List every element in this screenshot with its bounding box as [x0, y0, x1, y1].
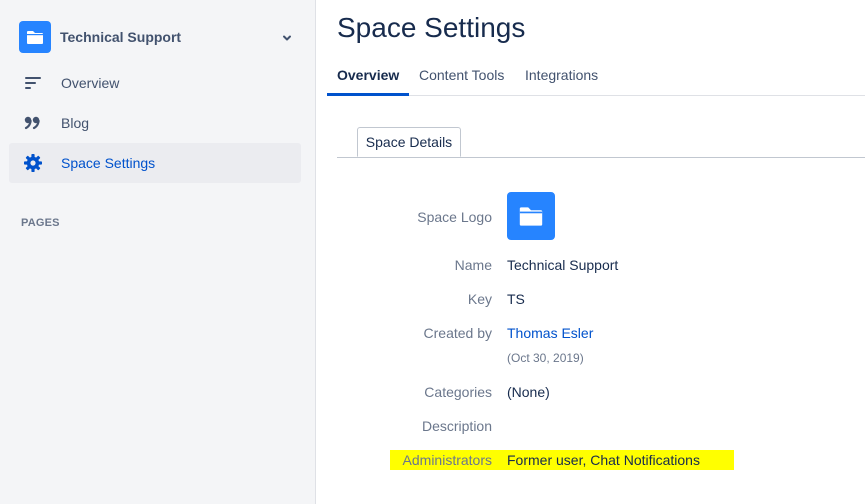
tab-content-tools[interactable]: Content Tools [419, 58, 504, 96]
tab-bar: Overview Content Tools Integrations [327, 58, 865, 96]
overview-lines-icon [21, 71, 45, 95]
key-value: TS [507, 291, 525, 307]
categories-value: (None) [507, 384, 550, 400]
folder-icon [519, 206, 543, 226]
chevron-down-icon[interactable] [281, 31, 293, 49]
created-date: (Oct 30, 2019) [507, 351, 584, 365]
sidebar-item-label: Overview [61, 75, 120, 91]
tab-space-details[interactable]: Space Details [357, 127, 461, 157]
created-by-link[interactable]: Thomas Esler [507, 325, 593, 341]
subtab-bar: Space Details [337, 127, 865, 158]
pages-heading: PAGES [21, 217, 60, 229]
tab-integrations[interactable]: Integrations [525, 58, 598, 96]
page-title: Space Settings [337, 12, 526, 43]
space-name: Technical Support [60, 29, 182, 45]
sidebar-item-space-settings[interactable]: Space Settings [9, 143, 301, 183]
space-logo-label: Space Logo [417, 209, 492, 225]
administrators-value: Former user, Chat Notifications [507, 452, 700, 468]
administrators-label: Administrators [402, 452, 492, 468]
sidebar-item-blog[interactable]: Blog [9, 103, 301, 143]
space-logo [507, 192, 555, 240]
categories-label: Categories [424, 384, 492, 400]
space-avatar [19, 21, 51, 53]
sidebar-item-overview[interactable]: Overview [9, 63, 301, 103]
sidebar-item-label: Space Settings [61, 155, 156, 171]
created-by-label: Created by [423, 325, 492, 341]
description-label: Description [421, 418, 492, 434]
sidebar-item-label: Blog [61, 115, 90, 131]
name-value: Technical Support [507, 257, 619, 273]
quote-icon [21, 111, 45, 135]
key-label: Key [467, 291, 492, 307]
folder-icon [27, 30, 43, 44]
gear-icon [21, 151, 45, 175]
name-label: Name [454, 257, 492, 273]
tab-overview[interactable]: Overview [327, 58, 410, 96]
sidebar: Technical Support Overview Blog Space Se… [0, 0, 316, 504]
space-header[interactable]: Technical Support [19, 20, 299, 54]
